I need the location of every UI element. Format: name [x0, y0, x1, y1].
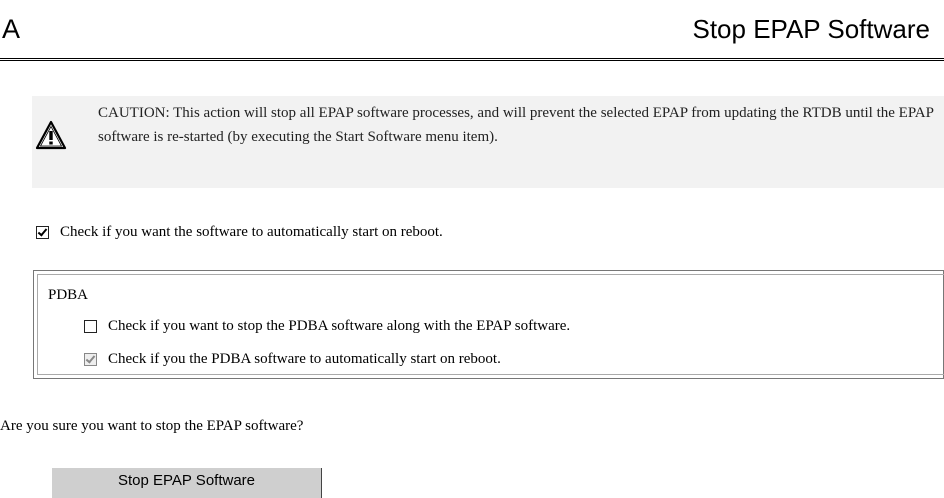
- caution-banner: CAUTION: This action will stop all EPAP …: [32, 96, 944, 188]
- pdba-auto-start-label: Check if you the PDBA software to automa…: [108, 351, 501, 367]
- auto-start-checkbox[interactable]: [36, 225, 49, 239]
- pdba-stop-checkbox[interactable]: [84, 319, 97, 333]
- page-title: Stop EPAP Software: [692, 14, 930, 44]
- pdba-auto-start-checkbox: [84, 352, 97, 366]
- auto-start-label: Check if you want the software to automa…: [60, 224, 443, 240]
- caution-text: CAUTION: This action will stop all EPAP …: [98, 105, 934, 145]
- stop-epap-software-button[interactable]: Stop EPAP Software: [52, 468, 322, 498]
- auto-start-option[interactable]: Check if you want the software to automa…: [36, 222, 443, 242]
- pdba-stop-label: Check if you want to stop the PDBA softw…: [108, 318, 571, 334]
- pdba-stop-option[interactable]: Check if you want to stop the PDBA softw…: [84, 316, 570, 336]
- confirmation-question: Are you sure you want to stop the EPAP s…: [0, 418, 304, 434]
- pdba-title: PDBA: [48, 287, 89, 303]
- pdba-auto-start-option: Check if you the PDBA software to automa…: [84, 349, 501, 369]
- section-letter: A: [2, 14, 21, 44]
- warning-triangle-icon: [35, 120, 67, 150]
- header-divider: [0, 58, 944, 61]
